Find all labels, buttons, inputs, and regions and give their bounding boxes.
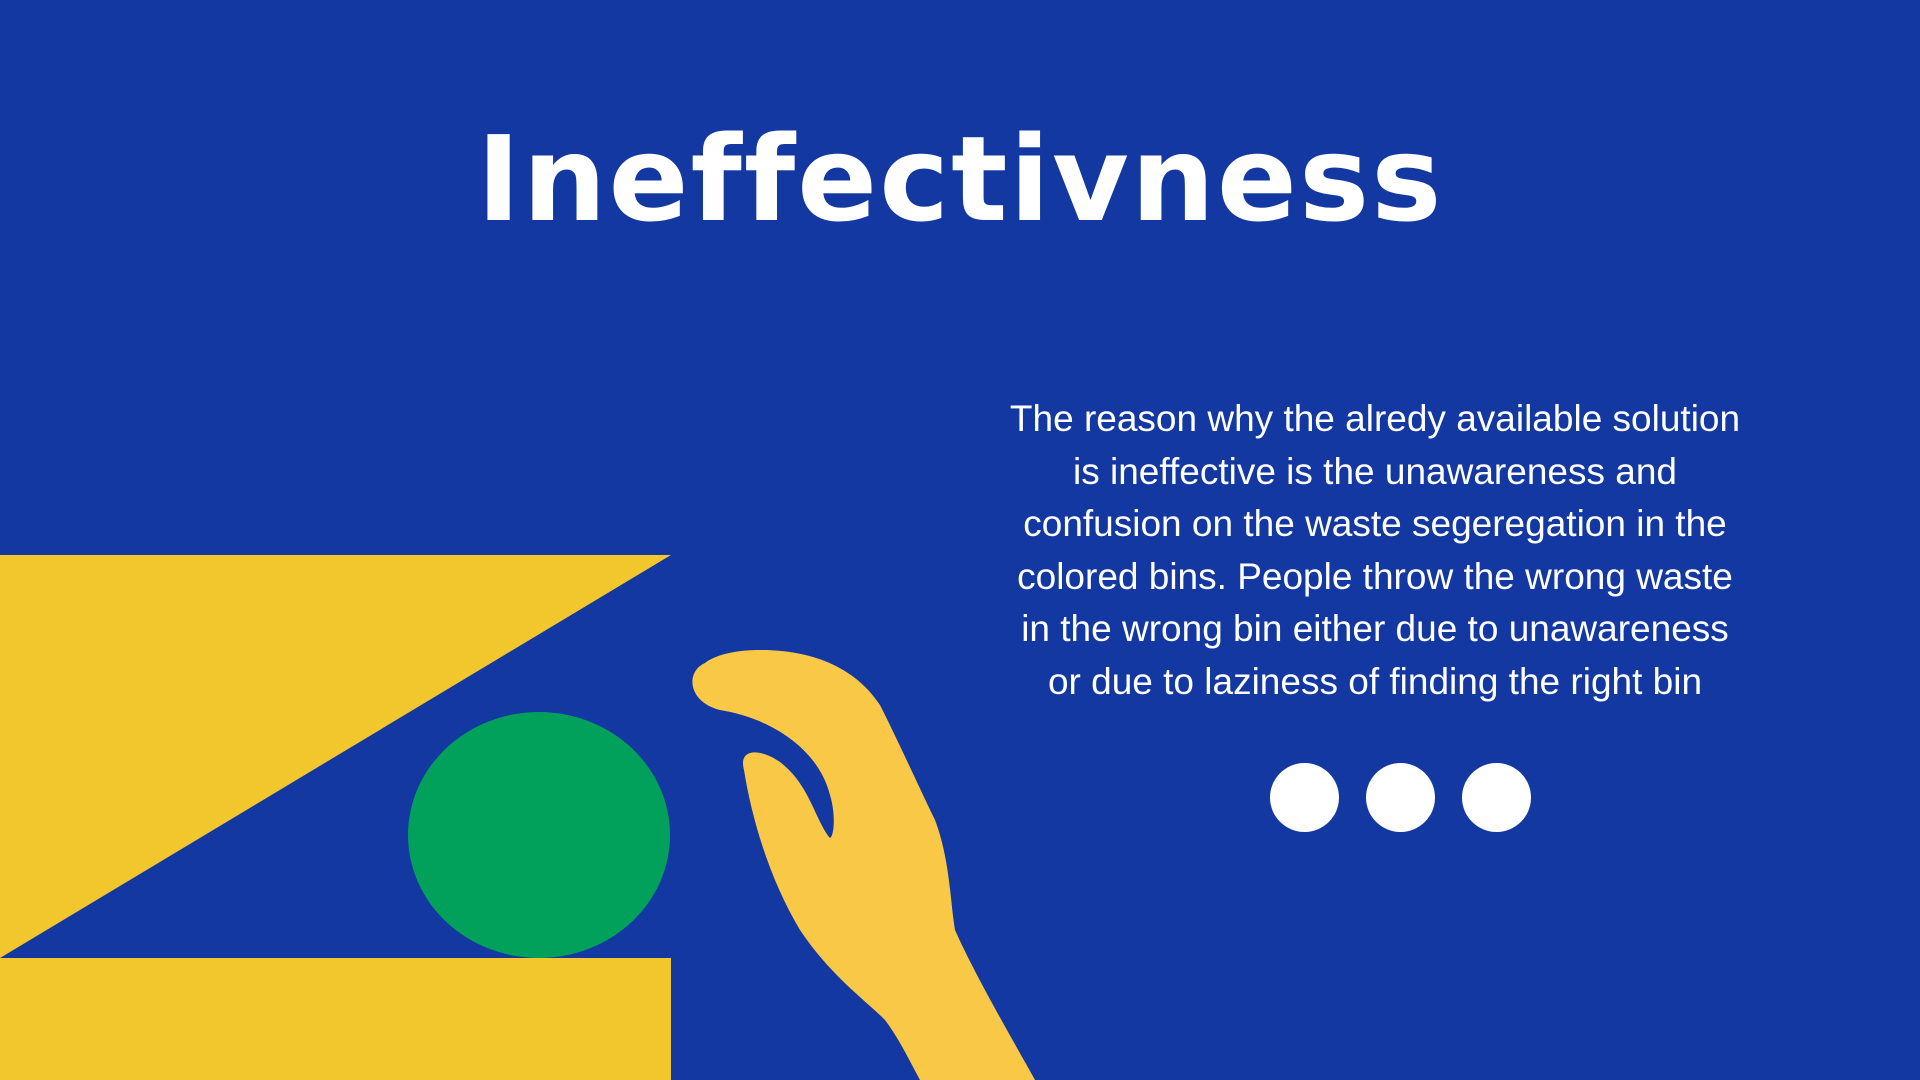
pagination-dot — [1366, 763, 1435, 832]
pagination-dots — [1270, 763, 1531, 832]
green-circle-shape — [408, 712, 670, 958]
slide-title: Ineffectivness — [476, 110, 1444, 248]
pagination-dot — [1462, 763, 1531, 832]
slide: Ineffectivness The reason why the alredy… — [0, 0, 1920, 1080]
yellow-block-shape — [0, 958, 671, 1080]
slide-body-text: The reason why the alredy available solu… — [1009, 398, 1741, 702]
pagination-dot — [1270, 763, 1339, 832]
